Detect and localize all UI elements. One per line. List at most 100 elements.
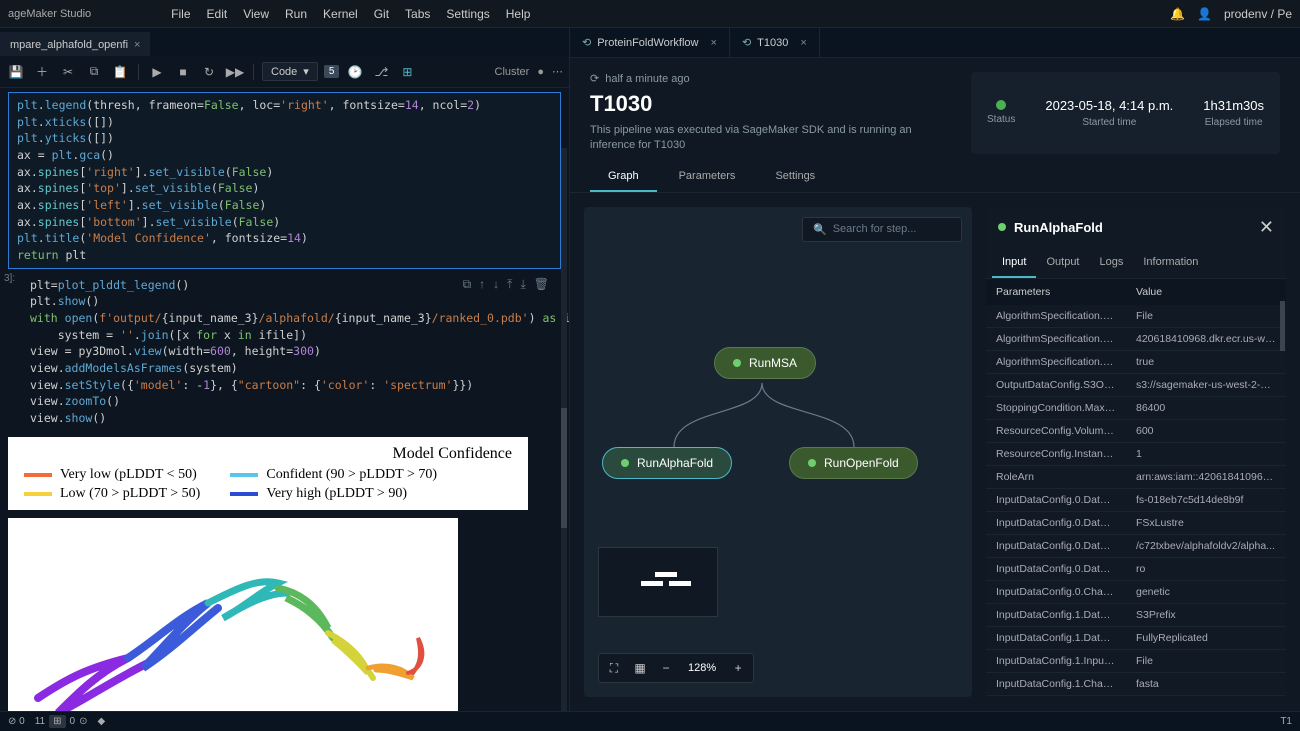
- user-icon[interactable]: 👤: [1197, 7, 1212, 21]
- stop-icon[interactable]: ■: [173, 62, 193, 82]
- table-row[interactable]: OutputDataConfig.S3Output...s3://sagemak…: [986, 374, 1286, 397]
- menu-help[interactable]: Help: [506, 7, 531, 21]
- fit-icon[interactable]: ▦: [628, 657, 652, 679]
- search-step-input[interactable]: 🔍 Search for step...: [802, 217, 962, 242]
- table-row[interactable]: InputDataConfig.1.InputModeFile: [986, 650, 1286, 673]
- table-row[interactable]: InputDataConfig.1.DataSourc...S3Prefix: [986, 604, 1286, 627]
- table-row[interactable]: InputDataConfig.0.DataSourc.../c72txbev/…: [986, 535, 1286, 558]
- status-card: Status 2023-05-18, 4:14 p.m. Started tim…: [971, 72, 1280, 154]
- pipeline-tab-parameters[interactable]: Parameters: [661, 162, 754, 192]
- notebook-toolbar: 💾 ＋ ✂ ⧉ 📋 ▶ ■ ↻ ▶▶ Code ▾ 5 🕑 ⎇ ⊞ Cluste…: [0, 56, 569, 88]
- node-runmsa[interactable]: RunMSA: [714, 347, 816, 379]
- panel-tab[interactable]: ⟲ProteinFoldWorkflow×: [570, 28, 730, 57]
- close-icon[interactable]: ×: [711, 37, 717, 49]
- node-status-dot: [621, 459, 629, 467]
- zoom-out-icon[interactable]: −: [654, 657, 678, 679]
- menu-kernel[interactable]: Kernel: [323, 7, 358, 21]
- menu-items: File Edit View Run Kernel Git Tabs Settings Help: [171, 7, 530, 21]
- node-status-dot: [808, 459, 816, 467]
- cluster-label[interactable]: Cluster: [495, 66, 530, 78]
- paste-icon[interactable]: 📋: [110, 62, 130, 82]
- code-cell[interactable]: plt=plot_plddt_legend()plt.show()with op…: [22, 273, 561, 431]
- scrollbar[interactable]: [561, 148, 567, 711]
- menu-run[interactable]: Run: [285, 7, 307, 21]
- insert-above-icon[interactable]: ⤒: [507, 277, 512, 292]
- duplicate-icon[interactable]: ⧉: [463, 277, 472, 292]
- status-bar: ⊘ 0 11 ⊞ 0 ⊙ ◆ T1: [0, 711, 1300, 731]
- table-row[interactable]: InputDataConfig.2.DataSourc...S3Prefix: [986, 696, 1286, 697]
- move-up-icon[interactable]: ↑: [479, 277, 485, 292]
- file-tab[interactable]: mpare_alphafold_openfi ×: [0, 32, 150, 56]
- menu-git[interactable]: Git: [374, 7, 389, 21]
- details-tab-output[interactable]: Output: [1036, 248, 1089, 278]
- clock-icon[interactable]: 🕑: [345, 62, 365, 82]
- menu-tabs[interactable]: Tabs: [405, 7, 430, 21]
- table-row[interactable]: AlgorithmSpecification.Enabl...true: [986, 351, 1286, 374]
- table-row[interactable]: InputDataConfig.1.DataSourc...FullyRepli…: [986, 627, 1286, 650]
- close-icon[interactable]: ✕: [1259, 217, 1274, 238]
- scrollbar-thumb[interactable]: [1280, 301, 1285, 351]
- run-all-icon[interactable]: ▶▶: [225, 62, 245, 82]
- table-row[interactable]: AlgorithmSpecification.TrainI...42061841…: [986, 328, 1286, 351]
- details-tab-information[interactable]: Information: [1133, 248, 1208, 278]
- node-runalphafold[interactable]: RunAlphaFold: [602, 447, 732, 479]
- table-row[interactable]: InputDataConfig.1.ChannelNa...fasta: [986, 673, 1286, 696]
- menu-settings[interactable]: Settings: [446, 7, 489, 21]
- menu-edit[interactable]: Edit: [207, 7, 228, 21]
- parameter-table[interactable]: Parameters Value AlgorithmSpecification.…: [986, 279, 1286, 697]
- table-row[interactable]: InputDataConfig.0.DataSourc...FSxLustre: [986, 512, 1286, 535]
- close-icon[interactable]: ×: [800, 37, 806, 49]
- pipeline-tab-graph[interactable]: Graph: [590, 162, 657, 192]
- restart-icon[interactable]: ↻: [199, 62, 219, 82]
- app-title: ageMaker Studio: [8, 8, 91, 20]
- pipeline-pane: ⟲ProteinFoldWorkflow×⟲T1030× ⟳ half a mi…: [570, 28, 1300, 711]
- status-mode[interactable]: ⊘ 0: [8, 716, 25, 727]
- file-tab-label: mpare_alphafold_openfi: [10, 39, 128, 51]
- add-cell-icon[interactable]: ＋: [32, 62, 52, 82]
- protein-3d-output[interactable]: [8, 518, 458, 711]
- table-row[interactable]: InputDataConfig.0.DataSourc...ro: [986, 558, 1286, 581]
- panel-tab[interactable]: ⟲T1030×: [730, 28, 820, 57]
- run-icon[interactable]: ▶: [147, 62, 167, 82]
- table-row[interactable]: ResourceConfig.InstanceCount1: [986, 443, 1286, 466]
- table-row[interactable]: StoppingCondition.MaxRunti...86400: [986, 397, 1286, 420]
- pipeline-tab-settings[interactable]: Settings: [757, 162, 833, 192]
- cut-icon[interactable]: ✂: [58, 62, 78, 82]
- details-panel: RunAlphaFold ✕ InputOutputLogsInformatio…: [986, 207, 1286, 697]
- terminal-icon[interactable]: ◆: [97, 716, 105, 727]
- menu-view[interactable]: View: [243, 7, 269, 21]
- table-row[interactable]: RoleArnarn:aws:iam::420618410968:r...: [986, 466, 1286, 489]
- fullscreen-icon[interactable]: ⛶: [602, 657, 626, 679]
- celltype-select[interactable]: Code ▾: [262, 62, 318, 81]
- minimap[interactable]: [598, 547, 718, 617]
- table-row[interactable]: InputDataConfig.0.ChannelNa...genetic: [986, 581, 1286, 604]
- graph-canvas[interactable]: 🔍 Search for step... RunMSA RunAlphaFold: [584, 207, 972, 697]
- delete-cell-icon[interactable]: 🗑: [534, 277, 549, 292]
- more-icon[interactable]: ⋯: [552, 65, 563, 78]
- node-runopenfold[interactable]: RunOpenFold: [789, 447, 918, 479]
- move-down-icon[interactable]: ↓: [493, 277, 499, 292]
- status-right: T1: [1280, 716, 1292, 727]
- kernel-badge[interactable]: 5: [324, 65, 340, 78]
- table-row[interactable]: InputDataConfig.0.DataSourc...fs-018eb7c…: [986, 489, 1286, 512]
- scrollbar-thumb[interactable]: [561, 408, 567, 528]
- menu-file[interactable]: File: [171, 7, 190, 21]
- table-row[interactable]: AlgorithmSpecification.TrainI...File: [986, 305, 1286, 328]
- code-cell-active[interactable]: plt.legend(thresh, frameon=False, loc='r…: [8, 92, 561, 269]
- kernel-status-icon[interactable]: ●: [537, 66, 544, 78]
- user-label[interactable]: prodenv / Pe: [1224, 7, 1292, 21]
- save-icon[interactable]: 💾: [6, 62, 26, 82]
- table-row[interactable]: ResourceConfig.VolumeSizeIn...600: [986, 420, 1286, 443]
- details-tabs: InputOutputLogsInformation: [986, 248, 1286, 279]
- details-tab-logs[interactable]: Logs: [1090, 248, 1134, 278]
- details-tab-input[interactable]: Input: [992, 248, 1036, 278]
- zoom-in-icon[interactable]: +: [726, 657, 750, 679]
- close-icon[interactable]: ×: [134, 39, 140, 51]
- variable-icon[interactable]: ⊞: [397, 62, 417, 82]
- git-icon[interactable]: ⎇: [371, 62, 391, 82]
- copy-icon[interactable]: ⧉: [84, 62, 104, 82]
- bell-icon[interactable]: 🔔: [1170, 7, 1185, 21]
- refresh-icon[interactable]: ⟳: [590, 72, 599, 85]
- notebook-body[interactable]: plt.legend(thresh, frameon=False, loc='r…: [0, 88, 569, 711]
- insert-below-icon[interactable]: ⤓: [520, 277, 525, 292]
